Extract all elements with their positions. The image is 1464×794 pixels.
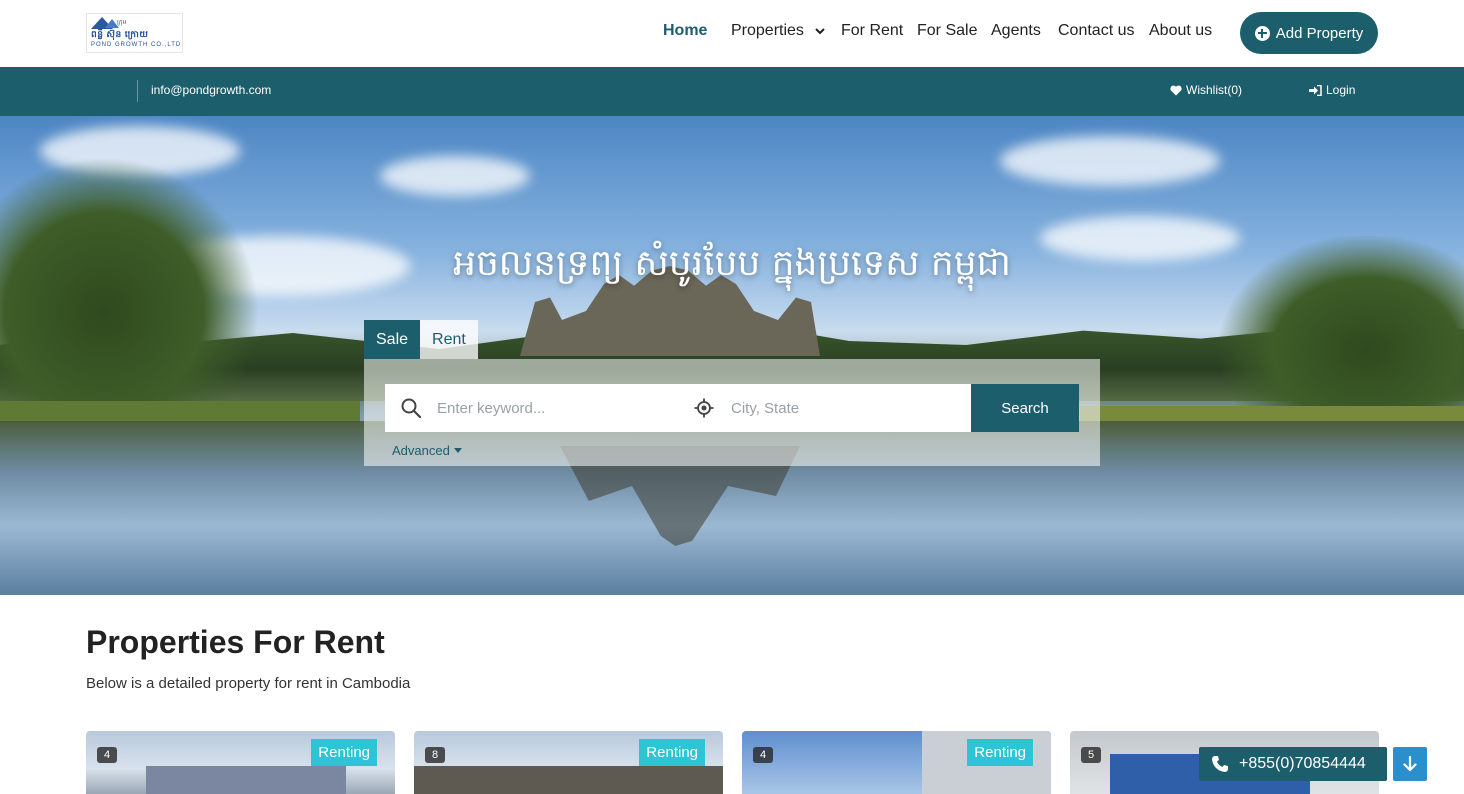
- status-badge: Renting: [967, 739, 1033, 766]
- photo-count-badge: 5: [1081, 747, 1101, 763]
- contact-bar: info@pondgrowth.com Wishlist(0) Login: [0, 67, 1464, 116]
- nav-for-rent[interactable]: For Rent: [841, 22, 903, 40]
- property-card[interactable]: 8 Renting: [414, 731, 723, 794]
- call-phone-button[interactable]: +855(0)70854444: [1199, 747, 1387, 781]
- section-subtitle: Below is a detailed property for rent in…: [86, 675, 411, 692]
- photo-count: 4: [103, 749, 111, 761]
- nav-agents[interactable]: Agents: [991, 22, 1041, 40]
- heart-icon: [1170, 85, 1182, 95]
- tab-rent[interactable]: Rent: [420, 320, 478, 359]
- property-card[interactable]: 4 Renting: [86, 731, 395, 794]
- city-input[interactable]: [731, 384, 961, 432]
- property-building: [146, 766, 346, 794]
- photo-count: 5: [1087, 749, 1095, 761]
- section-title: Properties For Rent: [86, 624, 385, 660]
- company-logo[interactable]: ក្រុម ពន្លឺ ស៊ុន ក្រោយ POND GROWTH CO.,L…: [86, 13, 183, 53]
- photo-count-badge: 4: [97, 747, 117, 763]
- photo-count-badge: 4: [753, 747, 773, 763]
- contact-email[interactable]: info@pondgrowth.com: [151, 83, 271, 97]
- wishlist-label: Wishlist(0): [1186, 83, 1242, 97]
- photo-count-badge: 8: [425, 747, 445, 763]
- scroll-down-button[interactable]: [1393, 747, 1427, 781]
- logo-text-khmer: ពន្លឺ ស៊ុន ក្រោយ: [91, 29, 149, 39]
- nav-contact[interactable]: Contact us: [1058, 22, 1134, 40]
- property-building: [414, 766, 723, 794]
- photo-count: 8: [431, 749, 439, 761]
- sign-in-icon: [1309, 84, 1322, 96]
- wishlist-link[interactable]: Wishlist(0): [1170, 83, 1242, 97]
- nav-home[interactable]: Home: [663, 22, 707, 40]
- chevron-down-icon[interactable]: [814, 25, 826, 37]
- search-icon: [401, 398, 421, 418]
- advanced-label: Advanced: [392, 443, 450, 458]
- caret-down-icon: [453, 448, 462, 453]
- plus-circle-icon: [1254, 25, 1270, 41]
- logo-text-english: POND GROWTH CO.,LTD: [91, 42, 182, 48]
- search-panel: Search Advanced: [364, 359, 1100, 466]
- phone-icon: [1212, 756, 1228, 772]
- hero-cloud: [380, 156, 530, 196]
- hero-cloud: [1000, 136, 1220, 186]
- hero-grass-left: [0, 401, 360, 423]
- keyword-input[interactable]: [437, 384, 687, 432]
- divider: [137, 80, 138, 102]
- crosshair-icon[interactable]: [694, 398, 714, 418]
- advanced-search-toggle[interactable]: Advanced: [392, 443, 462, 458]
- site-header: ក្រុម ពន្លឺ ស៊ុន ក្រោយ POND GROWTH CO.,L…: [0, 0, 1464, 67]
- search-bar: Search: [385, 384, 1079, 432]
- search-button[interactable]: Search: [971, 384, 1079, 432]
- add-property-label: Add Property: [1275, 24, 1364, 42]
- status-badge: Renting: [639, 739, 705, 766]
- logo-text-top: ក្រុម: [117, 20, 127, 26]
- tab-sale[interactable]: Sale: [364, 320, 421, 359]
- nav-properties[interactable]: Properties: [731, 22, 804, 40]
- hero-title: អចលនទ្រព្យ សំបូរបែប ក្នុងប្រទេស កម្ពុជា: [453, 243, 1011, 284]
- login-link[interactable]: Login: [1309, 83, 1355, 97]
- phone-number: +855(0)70854444: [1239, 755, 1366, 772]
- search-tabs: Sale Rent: [364, 320, 478, 359]
- nav-for-sale[interactable]: For Sale: [917, 22, 977, 40]
- nav-about[interactable]: About us: [1149, 22, 1212, 40]
- arrow-down-icon: [1403, 756, 1417, 772]
- add-property-button[interactable]: Add Property: [1240, 12, 1378, 54]
- status-badge: Renting: [311, 739, 377, 766]
- hero-banner: អចលនទ្រព្យ សំបូរបែប ក្នុងប្រទេស កម្ពុជា: [0, 116, 1464, 595]
- login-label: Login: [1326, 83, 1356, 97]
- property-card[interactable]: 4 Renting: [742, 731, 1051, 794]
- photo-count: 4: [759, 749, 767, 761]
